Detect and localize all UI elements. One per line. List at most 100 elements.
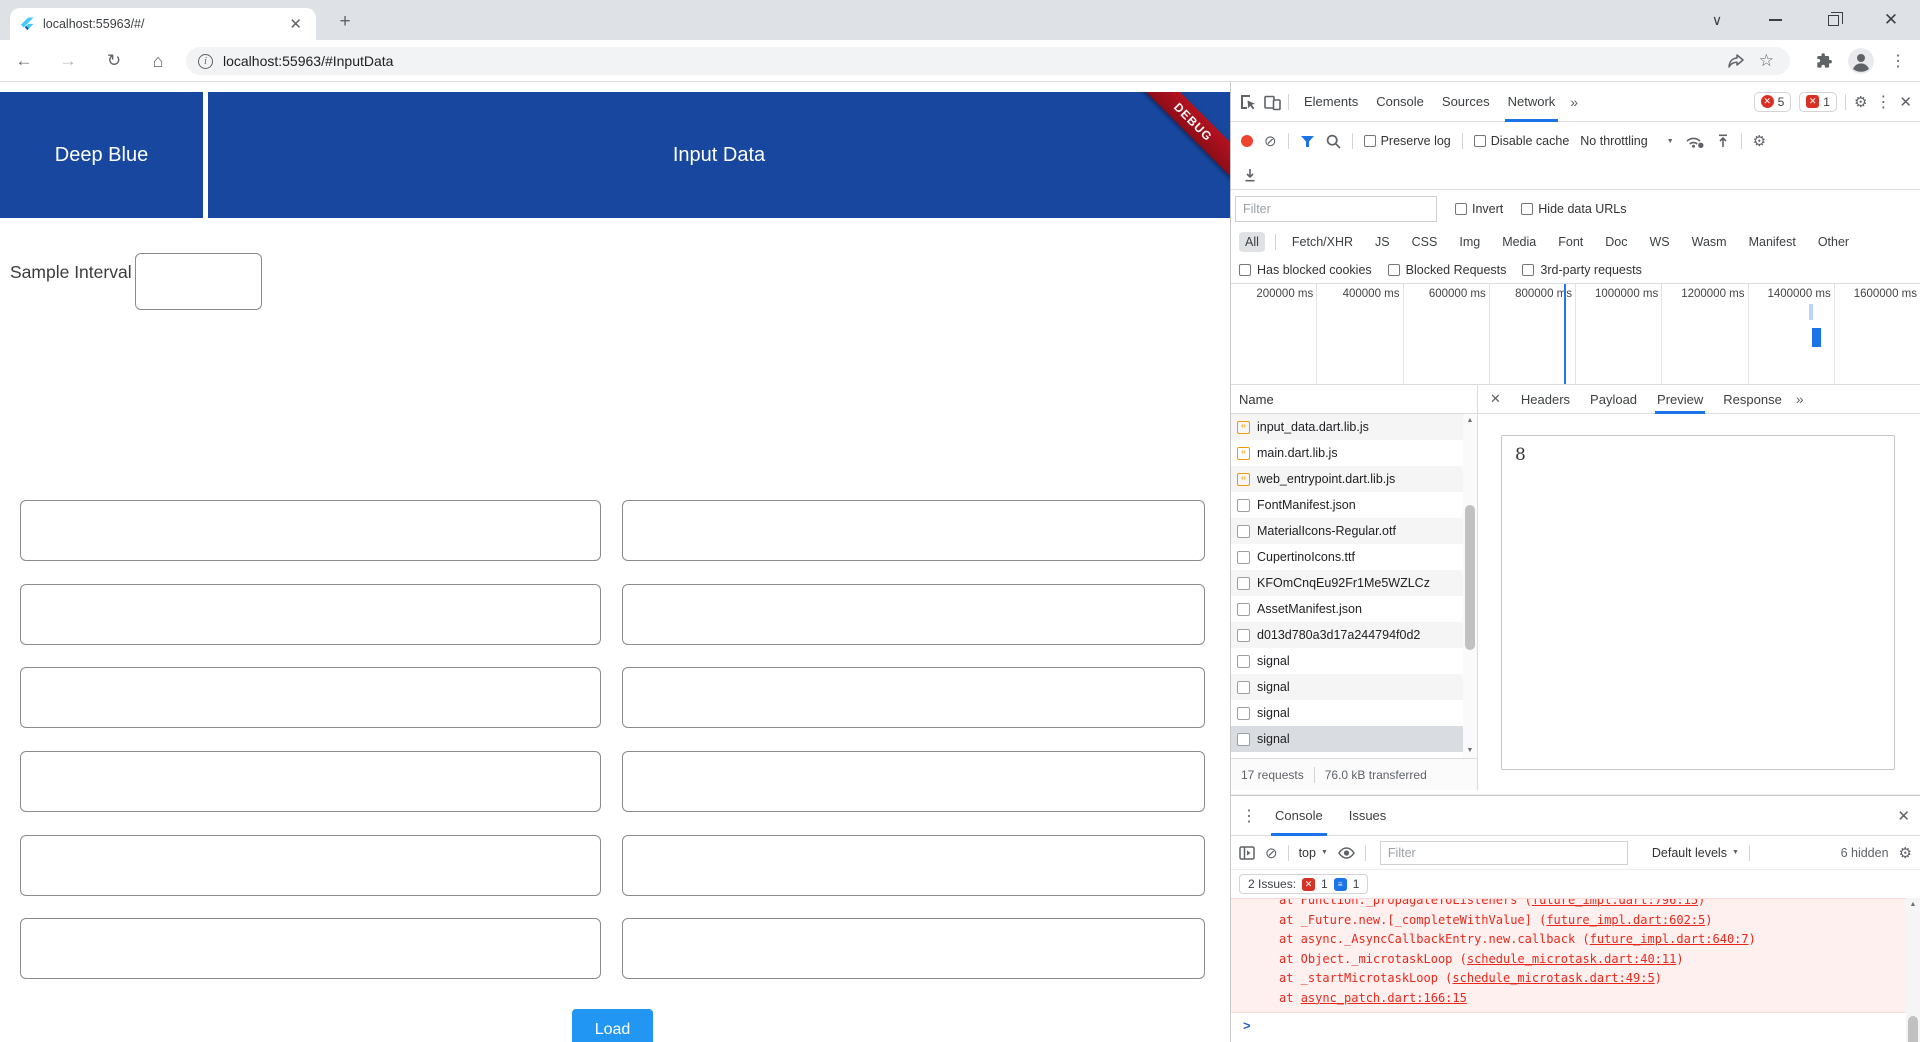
log-levels-select[interactable]: Default levels ▼ (1652, 846, 1739, 860)
network-filter-input[interactable] (1235, 195, 1437, 222)
reload-button[interactable]: ↻ (102, 49, 126, 73)
data-input-field[interactable] (622, 500, 1205, 561)
devtools-settings-gear-icon[interactable]: ⚙ (1854, 93, 1867, 111)
profile-avatar[interactable] (1848, 48, 1874, 74)
checkbox-icon[interactable] (1387, 264, 1400, 276)
device-toolbar-icon[interactable] (1263, 93, 1282, 111)
source-location-link[interactable]: async_patch.dart:166:15 (1301, 991, 1467, 1005)
new-tab-button[interactable]: + (332, 10, 358, 36)
console-error-message[interactable]: at Function._propagateToListeners (futur… (1231, 898, 1907, 1013)
bookmark-star-icon[interactable]: ☆ (1759, 51, 1774, 71)
console-filter-input[interactable] (1379, 840, 1628, 865)
network-request-row[interactable]: FontManifest.json (1231, 492, 1464, 518)
close-detail-icon[interactable]: ✕ (1484, 391, 1507, 407)
network-request-row[interactable]: d013d780a3d17a244794f0d2 (1231, 622, 1464, 648)
inspect-element-icon[interactable] (1239, 93, 1257, 111)
network-conditions-icon[interactable] (1685, 134, 1705, 149)
console-settings-gear-icon[interactable]: ⚙ (1899, 844, 1912, 862)
detail-tab-preview[interactable]: Preview (1647, 385, 1713, 414)
scroll-up-icon[interactable]: ▲ (1463, 414, 1477, 428)
console-prompt-chevron[interactable]: > (1243, 1018, 1251, 1033)
type-filter-ws[interactable]: WS (1643, 232, 1675, 252)
type-filter-font[interactable]: Font (1552, 232, 1589, 252)
scroll-up-icon[interactable]: ▲ (1906, 898, 1920, 912)
data-input-field[interactable] (622, 584, 1205, 645)
window-close-button[interactable]: ✕ (1862, 0, 1920, 40)
type-filter-js[interactable]: JS (1369, 232, 1396, 252)
more-detail-tabs-icon[interactable]: » (1796, 391, 1804, 407)
devtools-tab-elements[interactable]: Elements (1295, 82, 1367, 122)
url-text[interactable]: localhost:55963/#InputData (223, 53, 1727, 69)
drawer-menu-icon[interactable]: ⋮ (1241, 806, 1257, 826)
type-filter-manifest[interactable]: Manifest (1743, 232, 1802, 252)
console-error-badge[interactable]: ✕ 5 (1753, 91, 1792, 112)
devtools-tab-console[interactable]: Console (1367, 82, 1433, 122)
search-icon[interactable] (1326, 134, 1341, 149)
invert-checkbox[interactable]: Invert (1455, 202, 1503, 216)
network-request-row[interactable]: MaterialIcons-Regular.otf (1231, 518, 1464, 544)
network-request-row[interactable]: signal (1231, 648, 1464, 674)
checkbox-icon[interactable] (1455, 202, 1467, 215)
clear-console-icon[interactable]: ⊘ (1265, 844, 1278, 862)
request-list-scrollbar[interactable]: ▲ ▼ (1463, 414, 1477, 758)
console-sidebar-toggle-icon[interactable] (1239, 845, 1255, 860)
source-location-link[interactable]: schedule_microtask.dart:49:5 (1452, 971, 1654, 985)
clear-network-log-icon[interactable]: ⊘ (1264, 132, 1277, 150)
detail-tab-payload[interactable]: Payload (1580, 385, 1647, 414)
console-drawer-tab-issues[interactable]: Issues (1345, 796, 1391, 836)
network-request-row[interactable]: ‹› web_entrypoint.dart.lib.js (1231, 466, 1464, 492)
scrollbar-thumb[interactable] (1465, 505, 1475, 650)
window-restore-button[interactable] (1804, 0, 1862, 40)
network-request-row[interactable]: KFOmCnqEu92Fr1Me5WZLCz (1231, 570, 1464, 596)
live-expression-eye-icon[interactable] (1338, 846, 1355, 859)
type-filter-css[interactable]: CSS (1406, 232, 1444, 252)
network-request-row[interactable]: ‹› main.dart.lib.js (1231, 440, 1464, 466)
type-filter-other[interactable]: Other (1812, 232, 1855, 252)
data-input-field[interactable] (622, 667, 1205, 728)
network-request-row[interactable]: ‹› input_data.dart.lib.js (1231, 414, 1464, 440)
devtools-tab-sources[interactable]: Sources (1433, 82, 1499, 122)
record-network-log-button[interactable] (1241, 135, 1253, 147)
window-menu-chevron-icon[interactable]: ∨ (1688, 0, 1746, 40)
browser-menu-icon[interactable]: ⋮ (1890, 51, 1906, 71)
network-request-row[interactable]: CupertinoIcons.ttf (1231, 544, 1464, 570)
data-input-field[interactable] (622, 918, 1205, 979)
sample-interval-input[interactable] (135, 253, 262, 310)
checkbox-icon[interactable] (1521, 202, 1534, 215)
source-location-link[interactable]: schedule_microtask.dart:40:11 (1467, 952, 1677, 966)
hide-data-urls-checkbox[interactable]: Hide data URLs (1521, 202, 1627, 216)
network-option-3rd-party-requests[interactable]: 3rd-party requests (1522, 263, 1642, 277)
data-input-field[interactable] (20, 584, 601, 645)
scrollbar-thumb[interactable] (1908, 1016, 1918, 1042)
type-filter-wasm[interactable]: Wasm (1686, 232, 1733, 252)
close-drawer-icon[interactable]: ✕ (1897, 807, 1910, 825)
hidden-messages-count[interactable]: 6 hidden (1841, 846, 1889, 860)
console-scrollbar[interactable]: ▲ (1906, 898, 1920, 1042)
forward-button[interactable]: → (56, 49, 80, 73)
devtools-tab-network[interactable]: Network (1499, 82, 1565, 122)
back-button[interactable]: ← (12, 49, 36, 73)
devtools-menu-icon[interactable]: ⋮ (1875, 92, 1891, 112)
type-filter-media[interactable]: Media (1496, 232, 1542, 252)
network-option-has-blocked-cookies[interactable]: Has blocked cookies (1239, 263, 1372, 277)
network-request-row[interactable]: signal (1231, 726, 1464, 752)
network-option-blocked-requests[interactable]: Blocked Requests (1387, 263, 1506, 277)
checkbox-icon[interactable] (1239, 264, 1251, 276)
window-minimize-button[interactable] (1746, 0, 1804, 40)
detail-tab-response[interactable]: Response (1713, 385, 1792, 414)
type-filter-all[interactable]: All (1239, 232, 1265, 252)
name-column-header[interactable]: Name (1231, 385, 1478, 414)
omnibox[interactable]: i localhost:55963/#InputData ☆ (186, 47, 1790, 75)
source-location-link[interactable]: future_impl.dart:640:7 (1590, 932, 1749, 946)
network-request-row[interactable]: signal (1231, 674, 1464, 700)
issues-counter-pill[interactable]: 2 Issues: ✕ 1 ≡ 1 (1239, 874, 1369, 894)
network-request-row[interactable]: AssetManifest.json (1231, 596, 1464, 622)
preserve-log-checkbox[interactable]: Preserve log (1363, 134, 1451, 148)
type-filter-doc[interactable]: Doc (1599, 232, 1633, 252)
data-input-field[interactable] (20, 751, 601, 812)
more-tabs-icon[interactable]: » (1570, 94, 1578, 110)
tab-close-icon[interactable]: ✕ (285, 15, 306, 33)
filter-funnel-icon[interactable] (1300, 135, 1315, 148)
home-button[interactable]: ⌂ (146, 49, 170, 73)
export-har-download-icon[interactable] (1243, 168, 1257, 182)
